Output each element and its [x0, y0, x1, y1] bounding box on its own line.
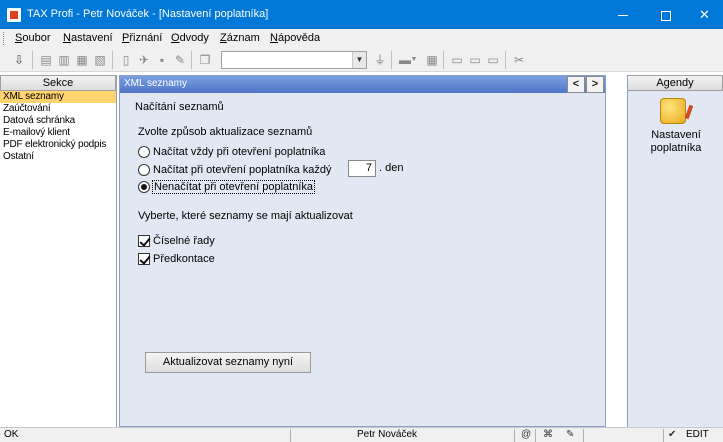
- section-item-xml-seznamy[interactable]: XML seznamy: [0, 91, 116, 103]
- sections-header: Sekce: [0, 75, 116, 91]
- checkbox-checked[interactable]: [138, 253, 150, 265]
- main-header-bar: XML seznamy: [120, 76, 605, 93]
- status-text: OK: [4, 429, 19, 440]
- checkbox-predkontace[interactable]: Předkontace: [138, 252, 215, 266]
- minimize-button[interactable]: [600, 0, 646, 29]
- radio-button[interactable]: [138, 146, 150, 158]
- section-title: Načítání seznamů: [135, 101, 224, 113]
- lists-select-title: Vyberte, které seznamy se mají aktualizo…: [138, 210, 353, 222]
- print-icon[interactable]: ▦: [73, 51, 91, 69]
- window-title: TAX Profi - Petr Nováček - [Nastavení po…: [27, 8, 269, 20]
- menu-priznani[interactable]: Přiznání: [122, 32, 162, 44]
- radio-load-every[interactable]: Načítat při otevření poplatníka každý: [138, 163, 332, 177]
- toolbar-separator: [391, 51, 392, 69]
- menu-bar: Soubor Nastavení Přiznání Odvody Záznam …: [0, 29, 723, 48]
- settings-agenda-icon[interactable]: [660, 98, 686, 124]
- agendas-panel: Agendy Nastavení poplatníka: [627, 75, 723, 427]
- toolbar-separator: [191, 51, 192, 69]
- chevron-down-icon[interactable]: ▼: [410, 51, 418, 69]
- chevron-down-icon[interactable]: ▼: [352, 52, 366, 68]
- day-interval-input[interactable]: 7: [348, 160, 376, 177]
- maximize-button[interactable]: [643, 0, 689, 29]
- section-item-emailovy-klient[interactable]: E-mailový klient: [0, 127, 116, 139]
- status-bar: OK Petr Nováček @ ⌘ ✎ ✔ EDIT: [0, 427, 723, 442]
- radio-button-selected[interactable]: [138, 181, 150, 193]
- radio-no-load[interactable]: Nenačítat při otevření poplatníka: [138, 180, 315, 194]
- edit-icon[interactable]: ✎: [171, 51, 189, 69]
- status-separator: [583, 429, 584, 442]
- toolbar-separator: [112, 51, 113, 69]
- menu-zaznam[interactable]: Záznam: [220, 32, 260, 44]
- toolbar-separator: [505, 51, 506, 69]
- radio-button[interactable]: [138, 164, 150, 176]
- section-item-pdf-podpis[interactable]: PDF elektronický podpis: [0, 139, 116, 151]
- send-icon[interactable]: ✈: [135, 51, 153, 69]
- list-icon[interactable]: ▭: [448, 51, 466, 69]
- checkbox-label: Číselné řady: [153, 235, 215, 247]
- close-button[interactable]: ✕: [686, 0, 723, 29]
- save-icon[interactable]: ▪: [153, 51, 171, 69]
- new-doc-icon[interactable]: ▯: [117, 51, 135, 69]
- section-item-ostatni[interactable]: Ostatní: [0, 151, 116, 163]
- toolbar-separator: [32, 51, 33, 69]
- menu-soubor[interactable]: Soubor: [15, 32, 50, 44]
- day-interval-suffix: . den: [379, 162, 404, 174]
- minimize-icon: [618, 15, 628, 17]
- update-mode-title: Zvolte způsob aktualizace seznamů: [138, 126, 313, 138]
- tools-icon[interactable]: ✂: [510, 51, 528, 69]
- app-icon: [7, 8, 21, 22]
- filter-icon[interactable]: ⏚: [371, 51, 389, 69]
- section-item-zauctovani[interactable]: Zaúčtování: [0, 103, 116, 115]
- title-bar: TAX Profi - Petr Nováček - [Nastavení po…: [0, 0, 723, 29]
- menu-nastaveni[interactable]: Nastavení: [63, 32, 113, 44]
- menu-odvody[interactable]: Odvody: [171, 32, 209, 44]
- status-user: Petr Nováček: [357, 429, 418, 440]
- status-separator: [663, 429, 664, 442]
- pages-icon[interactable]: ❐: [196, 51, 214, 69]
- agendas-header: Agendy: [628, 75, 723, 91]
- nav-next-button[interactable]: >: [586, 76, 604, 93]
- sections-panel: Sekce XML seznamy Zaúčtování Datová schr…: [0, 75, 117, 427]
- tool-icon[interactable]: ✎: [566, 429, 574, 440]
- print2-icon[interactable]: ▧: [91, 51, 109, 69]
- checkbox-ciselne-rady[interactable]: Číselné řady: [138, 234, 215, 248]
- radio-label: Načítat vždy při otevření poplatníka: [153, 146, 326, 158]
- signal-icon[interactable]: ⌘: [543, 429, 553, 440]
- main-content: XML seznamy < > Načítání seznamů Zvolte …: [119, 75, 606, 427]
- maximize-icon: [661, 10, 671, 21]
- list2-icon[interactable]: ▭: [466, 51, 484, 69]
- main-header-title: XML seznamy: [124, 78, 187, 89]
- nav-prev-button[interactable]: <: [567, 76, 585, 93]
- toolbar-combo[interactable]: ▼: [221, 51, 367, 69]
- toolbar: ⇩ ▤ ▥ ▦ ▧ ▯ ✈ ▪ ✎ ❐ ▼ ⏚ ▬ ▼ ▦ ▭ ▭ ▭ ✂: [0, 48, 723, 72]
- checkbox-label: Předkontace: [153, 253, 215, 265]
- checkbox-checked[interactable]: [138, 235, 150, 247]
- import-icon[interactable]: ⇩: [10, 51, 28, 69]
- calc-icon[interactable]: ▦: [423, 51, 441, 69]
- radio-always-load[interactable]: Načítat vždy při otevření poplatníka: [138, 145, 325, 159]
- status-mode: EDIT: [686, 429, 709, 440]
- status-separator: [514, 429, 515, 442]
- menu-grip: [3, 32, 6, 45]
- toolbar-separator: [443, 51, 444, 69]
- export-icon[interactable]: ▤: [37, 51, 55, 69]
- update-lists-button[interactable]: Aktualizovat seznamy nyní: [145, 352, 311, 373]
- at-icon[interactable]: @: [521, 429, 531, 440]
- agenda-item-label[interactable]: Nastavení poplatníka: [628, 129, 723, 155]
- list3-icon[interactable]: ▭: [484, 51, 502, 69]
- radio-label: Nenačítat při otevření poplatníka: [152, 180, 315, 194]
- menu-napoveda[interactable]: Nápověda: [270, 32, 320, 44]
- close-icon: ✕: [699, 7, 710, 22]
- radio-label: Načítat při otevření poplatníka každý: [153, 164, 332, 176]
- copy-icon[interactable]: ▥: [55, 51, 73, 69]
- section-item-datova-schranka[interactable]: Datová schránka: [0, 115, 116, 127]
- status-separator: [290, 429, 291, 442]
- status-separator: [535, 429, 536, 442]
- check-circle-icon: ✔: [668, 429, 677, 440]
